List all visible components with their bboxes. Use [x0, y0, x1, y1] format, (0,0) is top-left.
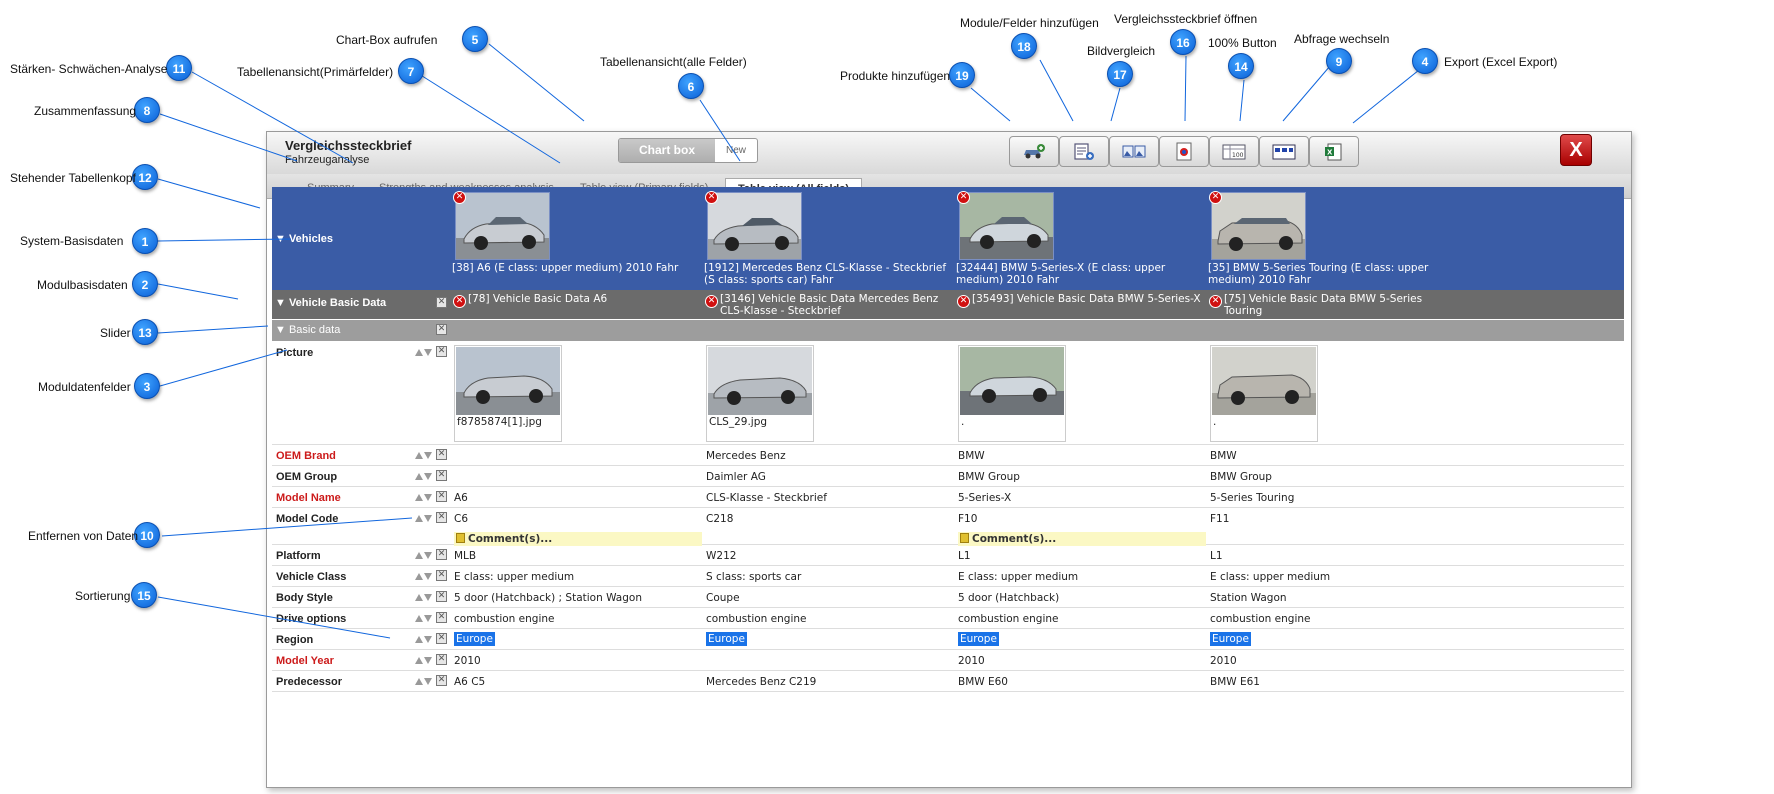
callout-badge: 17 [1107, 61, 1133, 87]
callout-lines [157, 43, 1425, 639]
callout-label: Slider [100, 326, 131, 340]
callout-label: Stärken- Schwächen-Analyse [10, 62, 168, 76]
callout-label: Module/Felder hinzufügen [960, 16, 1099, 30]
callout-label: Zusammenfassung [34, 104, 137, 118]
callout-label: Tabellenansicht(alle Felder) [600, 55, 747, 69]
callout-badge: 14 [1228, 53, 1254, 79]
callout-badge: 3 [134, 373, 160, 399]
callout-label: Sortierung [75, 589, 131, 603]
callout-badge: 19 [949, 62, 975, 88]
callout-label: Bildvergleich [1087, 44, 1156, 58]
callout-label: Tabellenansicht(Primärfelder) [237, 65, 394, 79]
callout-badge: 18 [1011, 33, 1037, 59]
callout-label: Stehender Tabellenkopf [10, 171, 136, 185]
callout-label: Moduldatenfelder [38, 380, 131, 394]
callout-badge: 7 [398, 58, 424, 84]
callout-label: Entfernen von Daten [28, 529, 139, 543]
callout-badge: 11 [166, 55, 192, 81]
callout-badge: 5 [462, 26, 488, 52]
callout-label: System-Basisdaten [20, 234, 124, 248]
callout-label: Vergleichssteckbrief öffnen [1114, 12, 1258, 26]
callout-badge: 2 [132, 271, 158, 297]
callout-label: Chart-Box aufrufen [336, 33, 438, 47]
callout-badge: 4 [1412, 48, 1438, 74]
callout-badge: 9 [1326, 48, 1352, 74]
callout-badge: 16 [1170, 29, 1196, 55]
callout-label: 100% Button [1208, 36, 1277, 50]
callout-badge: 15 [131, 582, 157, 608]
callout-label: Export (Excel Export) [1444, 55, 1558, 69]
callout-label: Modulbasisdaten [37, 278, 128, 292]
callout-label: Abfrage wechseln [1294, 32, 1390, 46]
callout-badge: 6 [678, 73, 704, 99]
callout-badge: 13 [132, 319, 158, 345]
callout-label: Produkte hinzufügen [840, 69, 951, 83]
callout-badge: 1 [132, 228, 158, 254]
callout-badge: 8 [134, 97, 160, 123]
